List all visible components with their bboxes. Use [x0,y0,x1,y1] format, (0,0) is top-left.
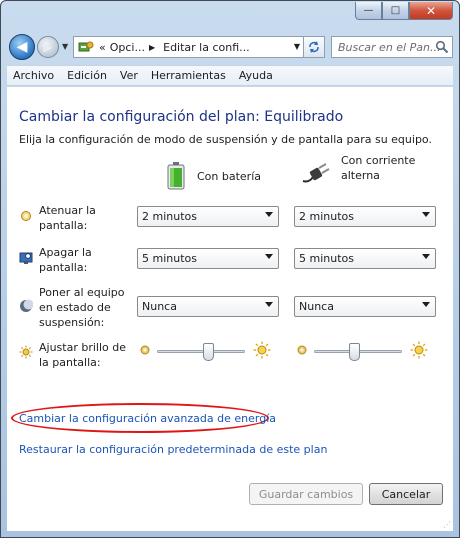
resize-grip-icon[interactable]: ⋰ [443,520,451,529]
back-button[interactable]: ◀ [9,34,35,60]
brightness-ac-slider-thumb[interactable] [348,343,360,361]
sleep-battery-value: Nunca [142,300,177,313]
chevron-down-icon [422,254,430,259]
recent-pages-chevron-down-icon[interactable]: ▼ [62,42,68,51]
caption-buttons: — □ ✕ [355,2,453,20]
chevron-down-icon [265,212,273,217]
brightness-sun-icon [19,345,33,359]
sleep-moon-icon [19,299,33,313]
menu-bar: Archivo Edición Ver Herramientas Ayuda [7,65,453,86]
turn-off-display-ac-select[interactable]: 5 minutos [294,248,436,269]
column-header-ac: Con corriente alterna [301,154,415,185]
battery-icon [167,162,185,190]
brightness-label-line2: la pantalla: [39,356,101,369]
brightness-label-line1: Ajustar brillo de [39,341,127,354]
bright-sun-icon [410,341,428,362]
column-label-ac-line1: Con corriente [341,154,416,167]
brightness-battery-slider-group [139,341,271,361]
turn-off-display-label-line1: Apagar la [39,246,92,259]
title-bar[interactable]: — □ ✕ [1,1,459,31]
sleep-ac-value: Nunca [299,300,334,313]
menu-archivo[interactable]: Archivo [13,69,54,82]
brightness-battery-slider-thumb[interactable] [203,343,215,361]
forward-button[interactable]: ▶ [37,36,59,58]
turn-off-display-icon [19,251,33,265]
sleep-label-line1: Poner al equipo [39,286,125,299]
dim-display-ac-select[interactable]: 2 minutos [294,206,436,227]
address-dropdown-icon[interactable]: ▼ [294,42,300,51]
control-panel-icon [77,39,95,55]
dim-sun-icon [296,344,308,359]
sleep-label-line2: en estado de [39,301,111,314]
turn-off-display-label-line2: pantalla: [39,261,88,274]
turn-off-display-ac-value: 5 minutos [299,252,354,265]
turn-off-display-label: Apagar la pantalla: [39,245,92,275]
main-content: Cambiar la configuración del plan: Equil… [7,87,453,531]
menu-ver[interactable]: Ver [120,69,138,82]
breadcrumb-item-options[interactable]: Opci... [110,41,145,54]
menu-herramientas[interactable]: Herramientas [151,69,226,82]
menu-edicion[interactable]: Edición [67,69,107,82]
bright-sun-icon [253,341,271,362]
search-input[interactable]: Buscar en el Pan... [331,36,453,58]
dim-sun-icon [139,344,151,359]
page-subtitle: Elija la configuración de modo de suspen… [19,133,432,146]
column-label-ac: Con corriente alterna [341,153,415,183]
dim-display-ac-value: 2 minutos [299,210,354,223]
advanced-settings-link[interactable]: Cambiar la configuración avanzada de ene… [19,412,276,425]
turn-off-display-battery-select[interactable]: 5 minutos [137,248,279,269]
address-bar[interactable]: « Opci... ▶ Editar la confi... ▼ [73,36,305,58]
minimize-button[interactable]: — [355,2,382,20]
dim-display-label-line1: Atenuar la [39,204,96,217]
breadcrumb-overflow[interactable]: « [99,41,106,54]
chevron-down-icon [265,302,273,307]
dim-display-label-line2: pantalla: [39,219,88,232]
sleep-label: Poner al equipo en estado de suspensión: [39,285,125,330]
dim-display-battery-value: 2 minutos [142,210,197,223]
turn-off-display-battery-value: 5 minutos [142,252,197,265]
close-button[interactable]: ✕ [409,2,453,20]
search-placeholder: Buscar en el Pan... [338,41,441,54]
restore-defaults-link[interactable]: Restaurar la configuración predeterminad… [19,443,327,456]
dim-display-icon [19,209,33,223]
column-label-battery: Con batería [197,169,262,183]
chevron-down-icon [422,212,430,217]
dim-display-label: Atenuar la pantalla: [39,203,96,233]
cancel-button[interactable]: Cancelar [369,483,443,505]
sleep-battery-select[interactable]: Nunca [137,296,279,317]
navigation-bar: ◀ ▶ ▼ « Opci... ▶ Editar la confi... ▼ B… [7,34,453,62]
power-plan-window: — □ ✕ ◀ ▶ ▼ « Opci... ▶ Editar la confi.… [0,0,460,538]
column-header-battery: Con batería [165,161,261,191]
search-icon[interactable] [435,40,449,57]
power-plug-icon [302,163,330,183]
refresh-button[interactable] [303,36,325,58]
maximize-button[interactable]: □ [382,2,409,20]
dim-display-battery-select[interactable]: 2 minutos [137,206,279,227]
breadcrumb-item-edit-plan[interactable]: Editar la confi... [163,41,250,54]
breadcrumb-separator-icon[interactable]: ▶ [149,43,155,52]
chevron-down-icon [265,254,273,259]
brightness-battery-slider[interactable] [157,350,245,353]
brightness-label: Ajustar brillo de la pantalla: [39,340,126,370]
sleep-ac-select[interactable]: Nunca [294,296,436,317]
column-label-ac-line2: alterna [341,169,380,182]
sleep-label-line3: suspensión: [39,316,105,329]
refresh-icon [309,41,319,53]
chevron-down-icon [422,302,430,307]
save-changes-button[interactable]: Guardar cambios [249,483,363,505]
menu-ayuda[interactable]: Ayuda [239,69,273,82]
page-title: Cambiar la configuración del plan: Equil… [19,109,344,125]
brightness-ac-slider-group [296,341,428,361]
